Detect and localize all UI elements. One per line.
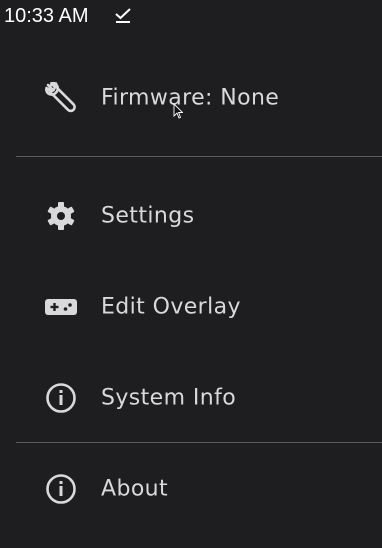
navigation-drawer: 10:33 AM Firmware: None Settings Edit Ov… (0, 0, 382, 548)
wrench-icon (45, 81, 76, 113)
menu-item-label: System Info (101, 385, 237, 411)
divider (16, 442, 382, 443)
menu-item-firmware[interactable]: Firmware: None (0, 66, 382, 130)
menu-item-label: Firmware: None (101, 85, 280, 111)
menu-item-label: About (101, 476, 169, 502)
mouse-cursor-icon (173, 103, 183, 119)
gamepad-icon (45, 299, 77, 315)
menu-item-about[interactable]: About (0, 457, 382, 521)
menu-item-label: Edit Overlay (101, 294, 241, 320)
status-time: 10:33 AM (4, 5, 89, 27)
info-icon (46, 383, 76, 413)
divider (16, 156, 382, 157)
info-icon (46, 474, 76, 504)
menu-item-edit-overlay[interactable]: Edit Overlay (0, 275, 382, 339)
download-done-icon (115, 8, 131, 23)
gear-icon (47, 202, 75, 230)
menu-item-label: Settings (101, 203, 195, 229)
menu-item-system-info[interactable]: System Info (0, 366, 382, 430)
menu-item-settings[interactable]: Settings (0, 184, 382, 248)
status-bar: 10:33 AM (0, 0, 382, 36)
